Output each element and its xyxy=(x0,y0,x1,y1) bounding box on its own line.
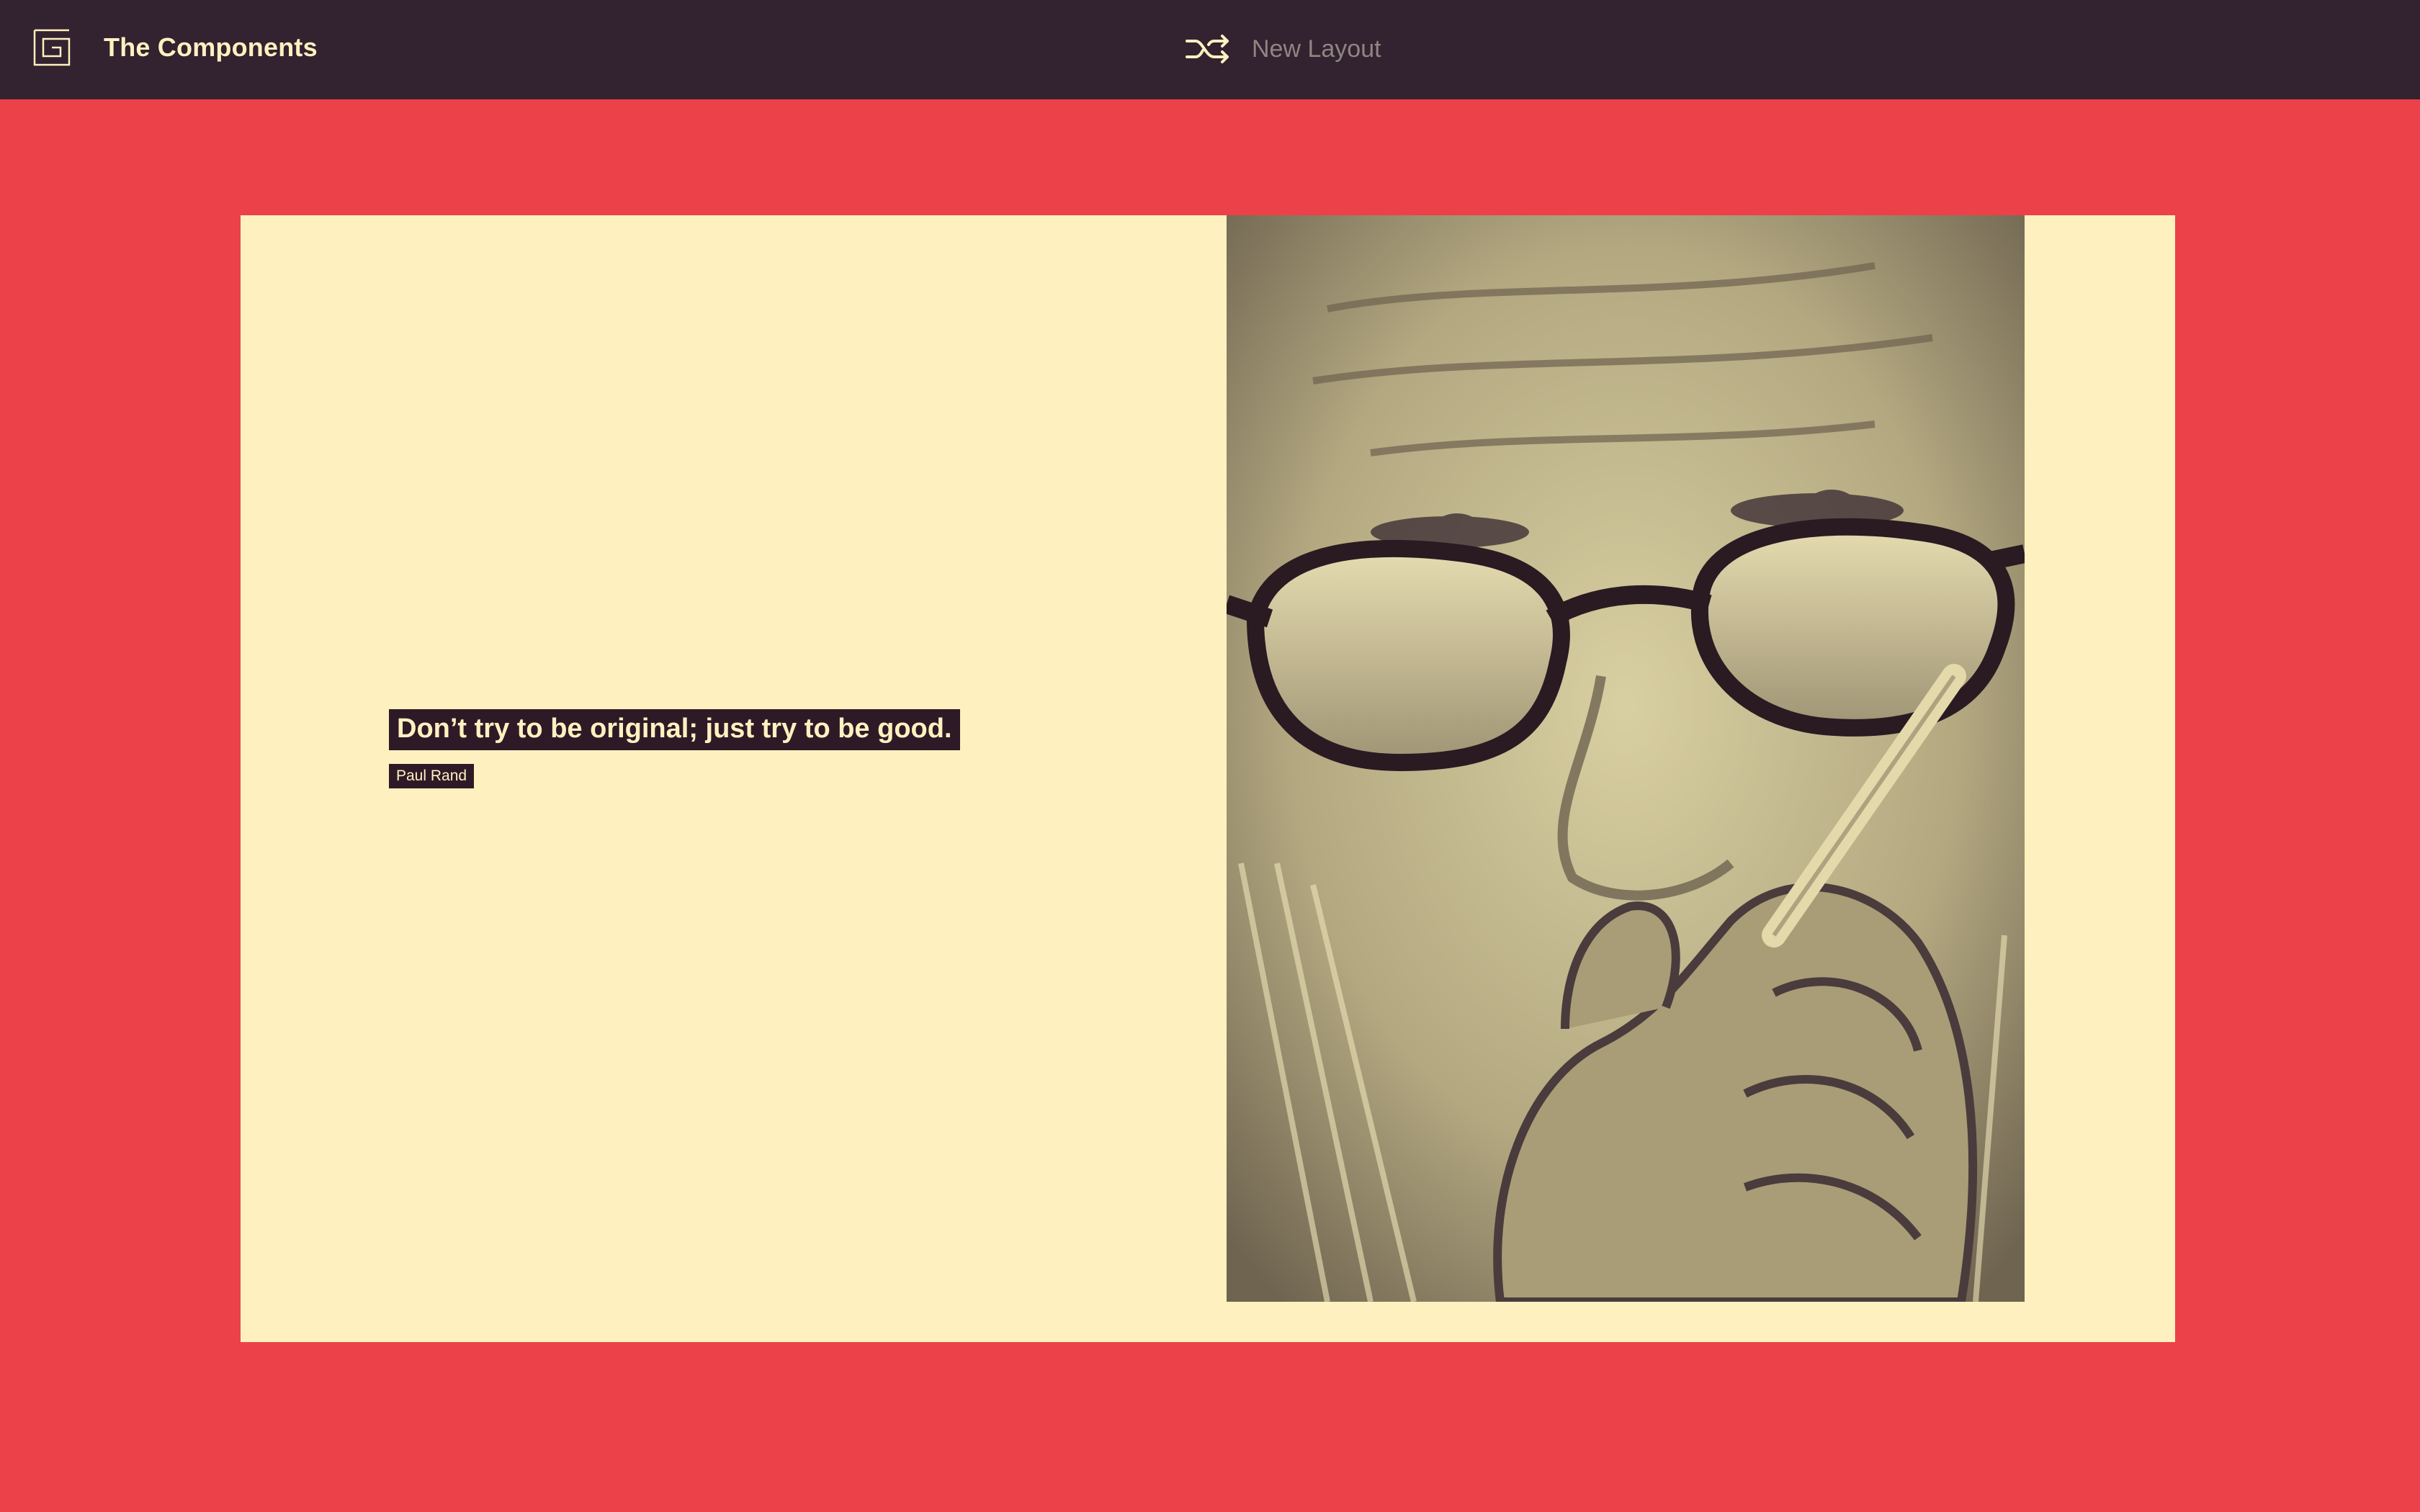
content-card: Don’t try to be original; just try to be… xyxy=(241,215,2175,1342)
new-layout-label: New Layout xyxy=(1252,35,1381,63)
new-layout-button[interactable]: New Layout xyxy=(1186,29,1381,69)
spiral-logo-icon[interactable] xyxy=(32,27,72,68)
app-title: The Components xyxy=(104,32,318,62)
top-bar: The Components New Layout xyxy=(0,0,2420,99)
quote-block: Don’t try to be original; just try to be… xyxy=(389,709,960,750)
quote-author: Paul Rand xyxy=(389,764,475,788)
shuffle-icon xyxy=(1186,32,1232,66)
quote-text: Don’t try to be original; just try to be… xyxy=(389,709,960,750)
portrait-photo xyxy=(1227,215,2025,1302)
